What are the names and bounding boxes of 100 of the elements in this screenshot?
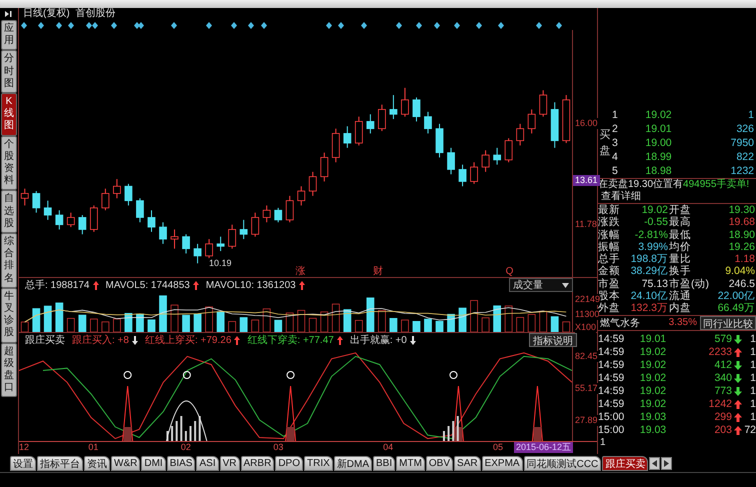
indicator-tab[interactable]: BIAS (166, 456, 196, 470)
bid-price: 19.02 (644, 109, 673, 121)
candle (550, 102, 559, 148)
tick-time: 14:59 (598, 372, 626, 384)
candle (251, 212, 260, 238)
indicator-tab[interactable]: TRIX (304, 456, 333, 470)
sidebar-tab[interactable]: K线图 (1, 93, 17, 136)
indicator-tab[interactable]: 指标平台 (37, 456, 83, 470)
indicator-axis-label: 55.17 (575, 382, 598, 394)
tick-count: 1 (749, 411, 756, 424)
candle (320, 152, 328, 182)
sidebar-tab[interactable]: 自选股 (1, 190, 17, 234)
candle (343, 126, 352, 148)
stat-value: 246.5 (728, 278, 756, 290)
indicator-tab[interactable]: 同花顺测试CCC (524, 456, 602, 470)
stat-value: 198.8万 (630, 253, 669, 266)
indicator-tab[interactable]: ASI (196, 456, 219, 470)
tick-time: 14:59 (598, 398, 626, 410)
candle (228, 224, 236, 250)
indicator-tab[interactable]: ARBR (240, 456, 274, 470)
sidebar-tab[interactable]: 综合排名 (1, 233, 17, 288)
indicator-tab[interactable]: 跟庄买卖 (602, 456, 648, 470)
order-level: 5 (612, 165, 619, 177)
indicator-tab[interactable]: SAR (454, 456, 481, 470)
event-marker[interactable]: Q (506, 266, 514, 277)
candle (482, 150, 490, 172)
cursor-price-label: 13.61 (573, 175, 600, 186)
candle (90, 204, 98, 232)
tick-price: 19.02 (638, 372, 668, 384)
stat-value: 75.13 (640, 278, 669, 290)
indicator-tab[interactable]: EXPMA (482, 456, 523, 470)
sidebar-tab[interactable]: 超级盘口 (1, 342, 17, 398)
candle (20, 188, 29, 206)
indicator-tab[interactable]: DPO (275, 456, 303, 470)
tick-volume: 299 (713, 411, 732, 424)
tick-volume: 579 (713, 333, 732, 346)
sidebar-tab[interactable]: 个股资料 (1, 136, 17, 190)
left-arrow-icon (652, 460, 658, 466)
stat-label: 开盘 (669, 204, 692, 216)
tick-volume: 2233 (708, 346, 732, 358)
tick-price: 19.02 (638, 398, 668, 410)
candle (44, 200, 52, 220)
event-marker[interactable]: 涨 (296, 266, 306, 277)
candle (516, 123, 524, 146)
tick-time: 14:59 (598, 346, 626, 358)
indicator-tab[interactable]: DMI (141, 456, 166, 470)
indicator-tab[interactable]: 设置 (10, 456, 36, 470)
stat-value: 19.26 (728, 240, 756, 254)
scroll-left-button[interactable] (649, 456, 660, 470)
candle (447, 147, 455, 175)
indicator-tab[interactable]: 新DMA (334, 456, 372, 470)
candle (262, 204, 271, 223)
indicator-tab[interactable]: MTM (396, 456, 425, 470)
tick-count: 1 (749, 359, 756, 372)
candle (159, 222, 167, 244)
date-axis-label: 01 (88, 442, 98, 453)
tick-volume: 1242 (708, 398, 732, 410)
bid-price: 18.98 (644, 165, 673, 177)
tick-price: 19.02 (638, 346, 668, 358)
stat-value: 9.04% (724, 265, 756, 278)
candle (66, 212, 75, 228)
stat-value: 1.18 (734, 253, 756, 266)
candle (148, 210, 156, 232)
stat-label: 外盘 (598, 302, 621, 314)
stat-label: 量比 (669, 253, 692, 266)
tick-count: 1 (749, 385, 756, 398)
candle (354, 116, 363, 146)
order-level: 3 (612, 137, 619, 149)
candle (436, 123, 444, 158)
sidebar-tab[interactable]: 分时图 (1, 50, 17, 94)
order-level: 2 (612, 123, 619, 135)
indicator-tab[interactable]: OBV (426, 456, 454, 470)
indicator-dropdown[interactable]: 成交量 (509, 278, 573, 292)
sidebar-tab[interactable]: 牛叉诊股 (1, 288, 17, 343)
stat-label: 均价 (669, 240, 692, 253)
indicator-value: 红线上穿买: +79.26 (144, 334, 232, 347)
detail-link[interactable]: 查看详细 (598, 191, 641, 203)
tick-time: 14:59 (598, 385, 626, 398)
indicator-tab[interactable]: W&R (111, 456, 140, 470)
tick-price: 19.03 (638, 424, 668, 436)
arrow-up-icon (734, 348, 742, 357)
play-pause-icon[interactable] (4, 10, 14, 18)
indicator-tab[interactable]: VR (220, 456, 240, 470)
event-marker[interactable]: 财 (372, 266, 383, 277)
compare-button[interactable]: 同行业比较 (700, 316, 756, 330)
scroll-right-button[interactable] (661, 456, 672, 470)
candle (102, 188, 110, 211)
indicator-tab[interactable]: BBI (373, 456, 396, 470)
indicator-tab[interactable]: 资讯 (84, 456, 110, 470)
candle (308, 171, 317, 196)
date-axis-label: 12 (19, 442, 30, 453)
bid-volume: 822 (735, 151, 755, 163)
candle (470, 162, 478, 184)
tick-volume: 412 (713, 359, 732, 372)
sidebar-tab[interactable]: 应用 (1, 20, 17, 50)
candle (240, 219, 248, 240)
indicator-help-button[interactable]: 指标说明 (529, 333, 577, 347)
tick-time: 15:00 (598, 411, 626, 424)
candle (205, 238, 213, 259)
candle (539, 90, 548, 118)
